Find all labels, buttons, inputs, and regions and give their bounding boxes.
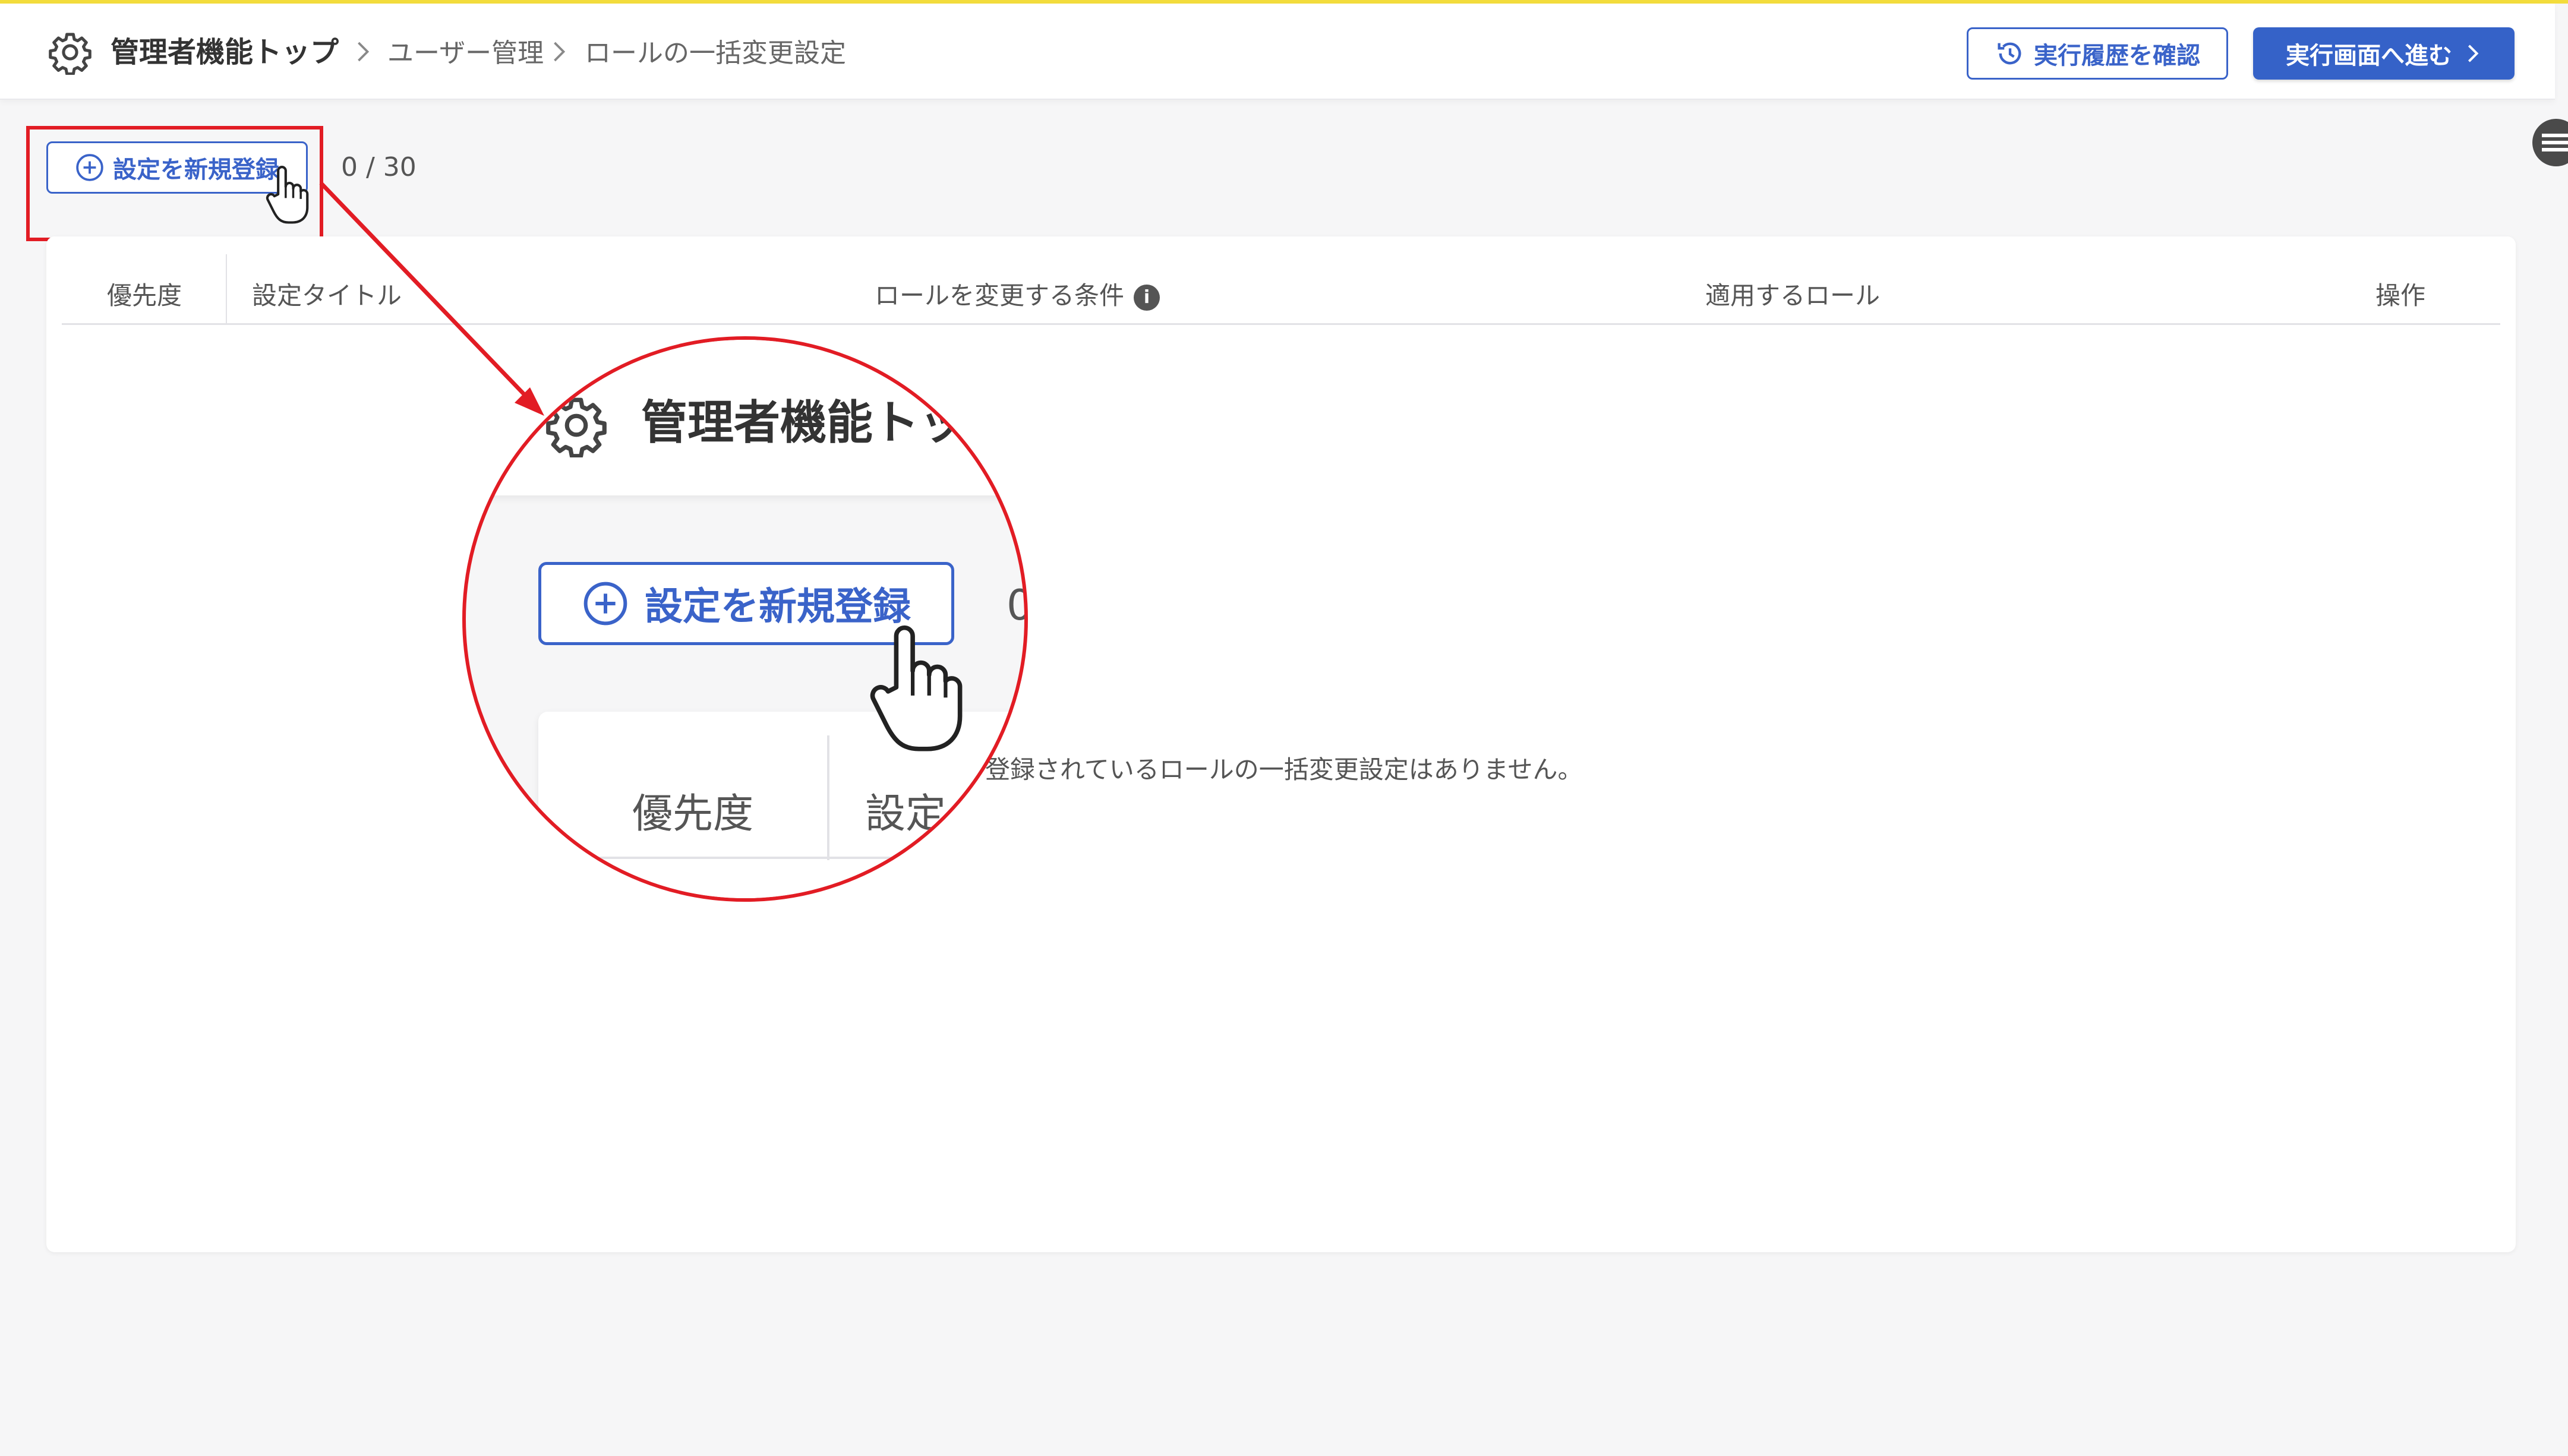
- history-button[interactable]: 実行履歴を確認: [1967, 27, 2228, 80]
- zoom-title: 管理者機能トッ: [641, 396, 966, 450]
- new-setting-button-label: 設定を新規登録: [113, 156, 279, 184]
- hand-cursor-icon: [266, 166, 309, 224]
- column-header-condition: ロールを変更する条件 i: [875, 278, 1160, 314]
- column-divider: [226, 254, 227, 323]
- zoom-header: 管理者機能トッ: [466, 340, 1024, 495]
- header-bar: 管理者機能トップ ユーザー管理 ロールの一括変更設定 実行履歴を確認 実行画面へ…: [0, 4, 2555, 100]
- menu-icon: [2542, 134, 2568, 151]
- empty-state-message: 登録されているロールの一括変更設定はありません。: [985, 755, 1583, 784]
- plus-circle-icon: [583, 582, 627, 626]
- exec-button[interactable]: 実行画面へ進む: [2253, 27, 2515, 80]
- column-header-condition-label: ロールを変更する条件: [875, 281, 1125, 310]
- hand-cursor-icon: [870, 625, 963, 751]
- zoom-header-divider: [538, 857, 1024, 859]
- column-header-priority: 優先度: [107, 281, 182, 310]
- settings-table-card: 優先度 設定タイトル ロールを変更する条件 i 適用するロール 操作 登録されてい…: [46, 236, 2516, 1252]
- breadcrumb-user-management[interactable]: ユーザー管理: [387, 36, 544, 71]
- history-button-label: 実行履歴を確認: [2034, 42, 2200, 70]
- zoom-column-divider: [827, 735, 829, 860]
- plus-circle-icon: [76, 154, 103, 181]
- gear-icon[interactable]: [48, 30, 93, 75]
- history-icon: [1998, 42, 2021, 65]
- zoom-counter: 0: [1007, 579, 1024, 632]
- column-header-title: 設定タイトル: [252, 281, 402, 310]
- info-icon[interactable]: i: [1134, 284, 1160, 311]
- zoom-column-title: 設定タ: [865, 791, 987, 838]
- chevron-right-icon: [554, 42, 566, 62]
- chevron-right-icon: [358, 42, 370, 62]
- gear-icon: [546, 397, 607, 457]
- breadcrumb-root[interactable]: 管理者機能トップ: [111, 33, 339, 71]
- column-header-actions: 操作: [2375, 281, 2426, 310]
- breadcrumb-current: ロールの一括変更設定: [585, 38, 846, 68]
- chevron-right-icon: [2468, 45, 2479, 62]
- settings-counter: 0 / 30: [341, 152, 417, 182]
- column-header-role: 適用するロール: [1705, 281, 1881, 310]
- header-divider: [62, 323, 2500, 325]
- side-menu-handle[interactable]: [2532, 119, 2568, 166]
- magnifier-callout: 管理者機能トッ 設定を新規登録 0 優先度 設定タ: [462, 336, 1028, 902]
- zoom-column-priority: 優先度: [632, 791, 754, 838]
- exec-button-label: 実行画面へ進む: [2286, 42, 2452, 70]
